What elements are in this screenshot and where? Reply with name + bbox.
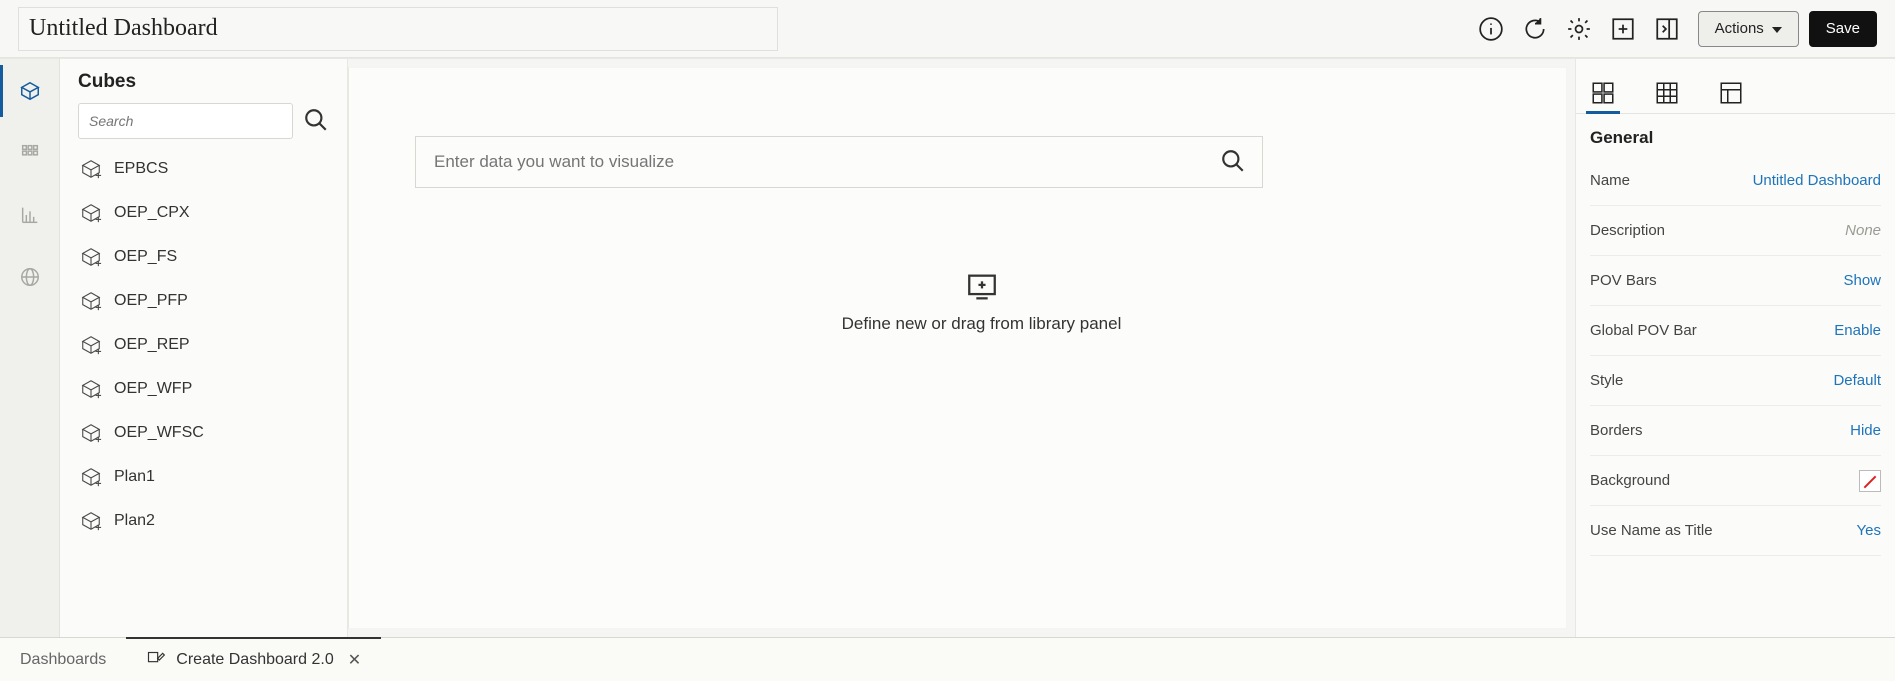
cube-item-label: OEP_WFP <box>114 380 192 398</box>
prop-label: Style <box>1590 372 1623 389</box>
dashboard-title-input[interactable] <box>18 7 778 51</box>
tab-associations-icon[interactable] <box>1718 73 1744 113</box>
prop-value-global-pov[interactable]: Enable <box>1834 322 1881 339</box>
prop-label: Name <box>1590 172 1630 189</box>
add-monitor-icon <box>965 270 999 304</box>
prop-value-use-name-as-title[interactable]: Yes <box>1857 522 1881 539</box>
footer-tab-dashboards[interactable]: Dashboards <box>0 638 126 681</box>
prop-row-global-pov: Global POV Bar Enable <box>1590 306 1881 356</box>
cube-item[interactable]: OEP_PFP <box>78 283 329 319</box>
cube-item-label: Plan1 <box>114 468 155 486</box>
prop-row-style: Style Default <box>1590 356 1881 406</box>
footer-tabs: Dashboards Create Dashboard 2.0 ✕ <box>0 637 1895 681</box>
cube-item-label: OEP_CPX <box>114 204 190 222</box>
save-button[interactable]: Save <box>1809 11 1877 47</box>
canvas-dropzone[interactable]: Define new or drag from library panel <box>415 270 1548 334</box>
rail-chart-icon[interactable] <box>0 197 59 233</box>
prop-label: Use Name as Title <box>1590 522 1713 539</box>
save-button-label: Save <box>1826 20 1860 37</box>
cube-item-label: EPBCS <box>114 160 168 178</box>
prop-row-background: Background <box>1590 456 1881 506</box>
info-icon[interactable] <box>1478 16 1504 42</box>
prop-value-pov-bars[interactable]: Show <box>1843 272 1881 289</box>
cube-item[interactable]: OEP_REP <box>78 327 329 363</box>
cube-item-label: OEP_PFP <box>114 292 188 310</box>
cube-item-label: OEP_FS <box>114 248 177 266</box>
rail-cubes-icon[interactable] <box>0 73 59 109</box>
prop-row-borders: Borders Hide <box>1590 406 1881 456</box>
background-color-swatch[interactable] <box>1859 470 1881 492</box>
tab-general-icon[interactable] <box>1590 73 1616 113</box>
dropzone-text: Define new or drag from library panel <box>842 314 1122 334</box>
cube-item[interactable]: OEP_WFP <box>78 371 329 407</box>
cube-list: EPBCS OEP_CPX OEP_FS OEP_PFP OEP_REP <box>78 151 329 539</box>
cube-item[interactable]: Plan1 <box>78 459 329 495</box>
edit-dashboard-icon <box>146 650 166 670</box>
header-bar: Actions Save <box>0 0 1895 58</box>
prop-value-borders[interactable]: Hide <box>1850 422 1881 439</box>
cubes-panel: Cubes EPBCS OEP_CPX OEP_ <box>60 59 348 637</box>
actions-button-label: Actions <box>1715 20 1764 37</box>
prop-row-pov-bars: POV Bars Show <box>1590 256 1881 306</box>
cube-item-label: OEP_REP <box>114 336 190 354</box>
cube-item-label: OEP_WFSC <box>114 424 204 442</box>
prop-label: Borders <box>1590 422 1643 439</box>
search-icon[interactable] <box>303 107 329 136</box>
prop-label: Background <box>1590 472 1670 489</box>
visualize-search-input[interactable] <box>432 151 1220 173</box>
cube-item-label: Plan2 <box>114 512 155 530</box>
prop-value-name[interactable]: Untitled Dashboard <box>1753 172 1881 189</box>
prop-row-description: Description None <box>1590 206 1881 256</box>
visualize-search-box[interactable] <box>415 136 1263 188</box>
tab-layout-icon[interactable] <box>1654 73 1680 113</box>
header-icon-group <box>1478 16 1680 42</box>
cube-item[interactable]: EPBCS <box>78 151 329 187</box>
left-rail <box>0 59 60 637</box>
cube-item[interactable]: OEP_CPX <box>78 195 329 231</box>
prop-row-use-name-as-title: Use Name as Title Yes <box>1590 506 1881 556</box>
add-panel-icon[interactable] <box>1610 16 1636 42</box>
properties-panel: General Name Untitled Dashboard Descript… <box>1575 59 1895 637</box>
rail-globe-icon[interactable] <box>0 259 59 295</box>
prop-row-name: Name Untitled Dashboard <box>1590 156 1881 206</box>
dashboard-canvas: Define new or drag from library panel <box>348 67 1567 629</box>
settings-gear-icon[interactable] <box>1566 16 1592 42</box>
prop-label: Global POV Bar <box>1590 322 1697 339</box>
properties-tabs <box>1576 59 1895 114</box>
rail-forms-icon[interactable] <box>0 135 59 171</box>
cube-item[interactable]: Plan2 <box>78 503 329 539</box>
toggle-panel-icon[interactable] <box>1654 16 1680 42</box>
prop-value-description[interactable]: None <box>1845 222 1881 239</box>
footer-tab-label: Create Dashboard 2.0 <box>176 651 333 669</box>
properties-section-title: General <box>1576 114 1895 156</box>
prop-label: Description <box>1590 222 1665 239</box>
search-icon[interactable] <box>1220 148 1246 177</box>
footer-tab-label: Dashboards <box>20 651 106 669</box>
prop-label: POV Bars <box>1590 272 1657 289</box>
cubes-panel-title: Cubes <box>78 71 329 93</box>
prop-value-style[interactable]: Default <box>1833 372 1881 389</box>
cube-item[interactable]: OEP_WFSC <box>78 415 329 451</box>
cube-item[interactable]: OEP_FS <box>78 239 329 275</box>
footer-tab-create-dashboard[interactable]: Create Dashboard 2.0 ✕ <box>126 637 381 681</box>
cubes-search-input[interactable] <box>78 103 293 139</box>
actions-button[interactable]: Actions <box>1698 11 1799 47</box>
caret-down-icon <box>1772 20 1782 37</box>
refresh-icon[interactable] <box>1522 16 1548 42</box>
close-icon[interactable]: ✕ <box>348 650 361 670</box>
